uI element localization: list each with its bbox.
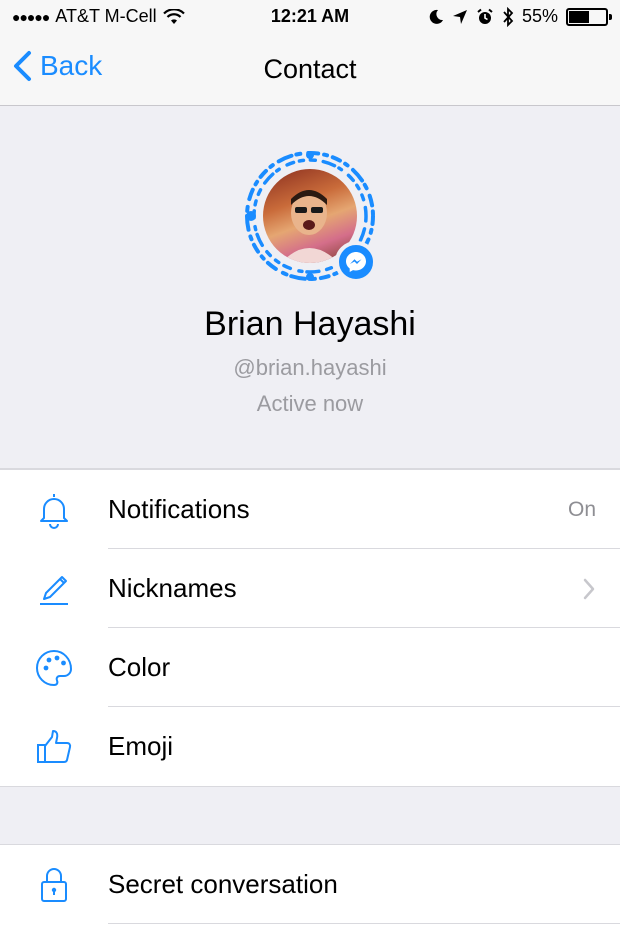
moon-icon bbox=[429, 9, 443, 24]
location-arrow-icon bbox=[452, 9, 467, 24]
bell-icon bbox=[40, 494, 68, 529]
thumbs-up-icon bbox=[37, 730, 72, 763]
emoji-label: Emoji bbox=[108, 731, 174, 761]
color-label: Color bbox=[108, 652, 171, 682]
settings-list: Notifications On Nicknames Color Emoji bbox=[0, 469, 620, 787]
battery-percent: 55% bbox=[521, 6, 558, 26]
navigation-bar: Back Contact bbox=[0, 36, 620, 106]
status-right: 55% bbox=[428, 6, 612, 27]
chevron-right-icon bbox=[583, 578, 595, 600]
lock-icon bbox=[41, 868, 67, 902]
profile-header: Brian Hayashi @brian.hayashi Active now bbox=[0, 107, 620, 469]
status-bar: ●●●●● AT&T M-Cell 12:21 AM 55% bbox=[0, 0, 620, 36]
secret-conversation-group: Secret conversation bbox=[0, 844, 620, 931]
battery-icon bbox=[566, 7, 612, 26]
secret-conversation-label: Secret conversation bbox=[108, 869, 338, 899]
profile-name: Brian Hayashi bbox=[204, 305, 416, 343]
palette-icon bbox=[36, 649, 73, 687]
alarm-icon bbox=[477, 8, 493, 24]
messenger-icon bbox=[346, 252, 366, 272]
row-divider bbox=[108, 923, 620, 924]
page-title: Contact bbox=[263, 54, 357, 84]
notifications-value: On bbox=[567, 498, 596, 521]
profile-username: @brian.hayashi bbox=[233, 355, 387, 380]
messenger-code[interactable] bbox=[243, 149, 377, 283]
nicknames-label: Nicknames bbox=[108, 573, 237, 603]
emoji-row[interactable]: Emoji bbox=[0, 707, 620, 786]
notifications-label: Notifications bbox=[108, 494, 250, 524]
active-status: Active now bbox=[256, 391, 364, 416]
bluetooth-icon bbox=[503, 6, 514, 27]
secret-conversation-row[interactable]: Secret conversation bbox=[0, 845, 620, 924]
messenger-badge bbox=[335, 241, 377, 283]
notifications-row[interactable]: Notifications On bbox=[0, 470, 620, 549]
battery-fill bbox=[569, 10, 589, 23]
color-row[interactable]: Color bbox=[0, 628, 620, 707]
nicknames-row[interactable]: Nicknames bbox=[0, 549, 620, 628]
pencil-icon bbox=[40, 576, 68, 605]
